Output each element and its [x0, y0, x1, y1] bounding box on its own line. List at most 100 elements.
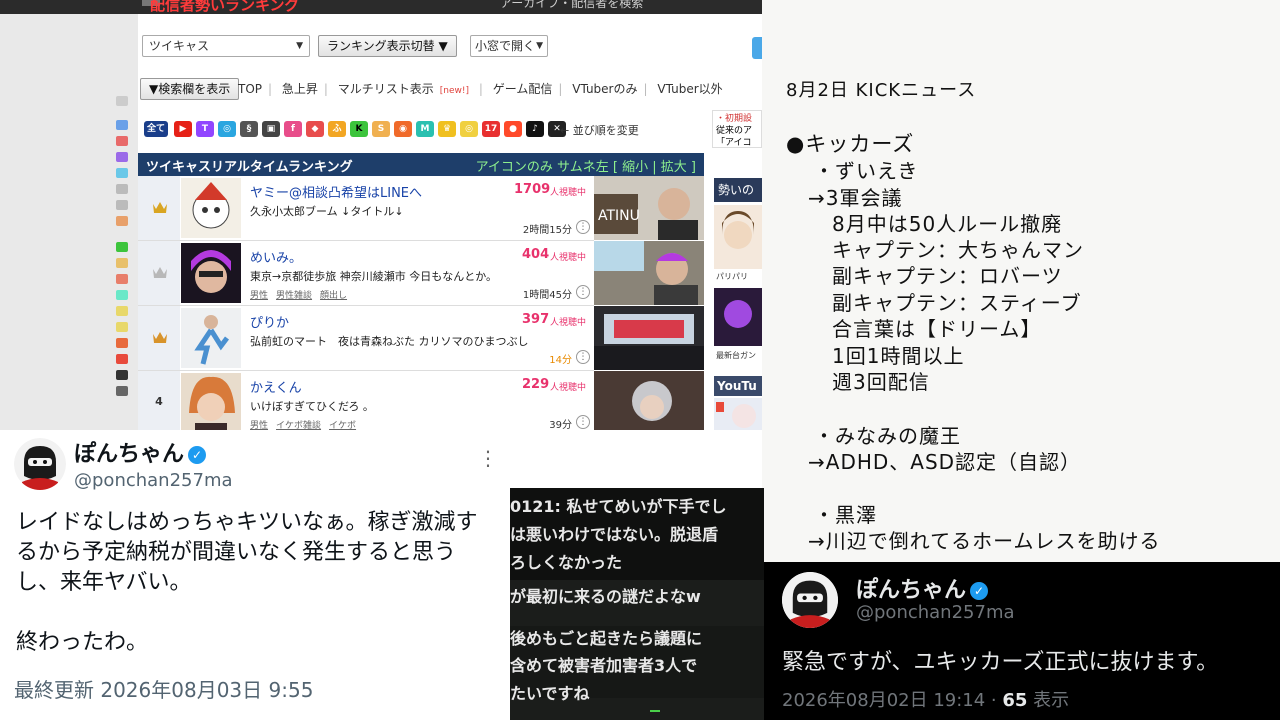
youtube-icon[interactable]: ▶: [174, 121, 192, 137]
avatar[interactable]: [782, 572, 838, 628]
open-mode-select[interactable]: 小窓で開く ▼: [470, 35, 548, 57]
streamer-name[interactable]: めいみ。: [250, 247, 302, 266]
viewer-count: 229: [522, 377, 550, 392]
stream-duration: 2時間15分: [522, 225, 572, 236]
notes-line: ・ずいえき: [814, 159, 919, 183]
nav-top[interactable]: TOP: [238, 82, 262, 96]
seventeen-live-icon[interactable]: ◉: [394, 121, 412, 137]
side-icon[interactable]: [116, 338, 128, 348]
tag[interactable]: 男性: [250, 291, 268, 301]
tweet-date[interactable]: 2026年08月02日 19:14 ·: [782, 690, 1002, 711]
tag[interactable]: 男性: [250, 421, 268, 430]
chat-message: 0121: 私せてめいが下手でし: [510, 497, 727, 516]
tweet-text: レイドなしはめっちゃキツいなぁ。稼ぎ激減するから予定納税が間違いなく発生すると思…: [16, 510, 478, 595]
17live-icon[interactable]: 17: [482, 121, 500, 137]
notes-line: →川辺で倒れてるホームレスを助ける: [808, 529, 1161, 553]
side-icon[interactable]: [116, 306, 128, 316]
side-icon[interactable]: [116, 168, 128, 178]
tweet-handle[interactable]: @ponchan257ma: [74, 470, 233, 491]
chat-message: が最初に来るの謎だよなw: [510, 587, 701, 606]
vtuber-icon[interactable]: ◎: [460, 121, 478, 137]
new-badge: [new!]: [439, 86, 470, 96]
more-options-icon[interactable]: ⋮: [576, 220, 590, 234]
side-icon[interactable]: [116, 136, 128, 146]
ranking-toggle-button[interactable]: ランキング表示切替 ▼: [318, 35, 457, 57]
stream-thumbnail[interactable]: [594, 371, 704, 430]
bigo-icon[interactable]: ●: [504, 121, 522, 137]
side-button[interactable]: [752, 37, 762, 59]
ranking-row[interactable]: ヤミー@相談凸希望はLINEへ 1709 人視聴中 久永小太郎ブーム ↓タイトル…: [138, 176, 594, 241]
fuwatto-icon[interactable]: ふ: [328, 121, 346, 137]
chevron-down-icon: ▼: [536, 41, 543, 51]
twitch-icon[interactable]: T: [196, 121, 214, 137]
tag[interactable]: 男性雑談: [276, 291, 312, 301]
platform-select[interactable]: ツイキャス ▼: [142, 35, 310, 57]
mirrativ-icon[interactable]: §: [240, 121, 258, 137]
mildom-icon[interactable]: M: [416, 121, 434, 137]
niconico-icon[interactable]: ▣: [262, 121, 280, 137]
tiktok-icon[interactable]: ♪: [526, 121, 544, 137]
notes-line: 副キャプテン：スティーブ: [832, 291, 1082, 315]
streamer-avatar[interactable]: [181, 243, 241, 303]
tweet-author-name[interactable]: ぽんちゃん ✓: [74, 436, 207, 468]
stream-thumbnail[interactable]: [594, 306, 704, 370]
stream-thumbnail[interactable]: ATINU: [594, 176, 704, 240]
side-icon[interactable]: [116, 184, 128, 194]
twitcasting-icon[interactable]: ◎: [218, 121, 236, 137]
tweet-author-name[interactable]: ぽんちゃん ✓: [856, 572, 989, 604]
side-icon[interactable]: [116, 386, 128, 396]
side-thumbnail[interactable]: [714, 288, 762, 346]
showroom-icon[interactable]: S: [372, 121, 390, 137]
ranking-row[interactable]: 4 かえくん 229 人視聴中 いけぼすぎてひくだろ 。 男性 イケボ雑談 イケボ …: [138, 371, 594, 430]
side-icon[interactable]: [116, 322, 128, 332]
platform-all-icon[interactable]: 全て: [144, 121, 168, 137]
nav-non-vtuber[interactable]: VTuber以外: [657, 82, 722, 96]
pococha-icon[interactable]: ♛: [438, 121, 456, 137]
kick-icon[interactable]: K: [350, 121, 368, 137]
streamer-name[interactable]: ぴりか: [250, 312, 289, 331]
more-options-icon[interactable]: ⋮: [478, 446, 498, 470]
avatar[interactable]: [14, 438, 66, 490]
more-options-icon[interactable]: ⋮: [576, 285, 590, 299]
streamer-name[interactable]: かえくん: [250, 377, 302, 396]
ranking-view-controls[interactable]: アイコンのみ サムネ左 [ 縮小 | 拡大 ]: [476, 156, 696, 175]
nav-vtuber-only[interactable]: VTuberのみ: [572, 82, 637, 96]
streamer-avatar[interactable]: [181, 178, 241, 238]
side-icon[interactable]: [116, 290, 128, 300]
fc2-icon[interactable]: f: [284, 121, 302, 137]
nav-games[interactable]: ゲーム配信: [493, 82, 553, 96]
side-thumbnail[interactable]: [714, 398, 762, 430]
side-icon[interactable]: [116, 258, 128, 268]
side-icon[interactable]: [116, 120, 128, 130]
side-icon[interactable]: [116, 216, 128, 226]
notes-line: 週3回配信: [832, 370, 930, 394]
site-top-note[interactable]: アーカイブ・配信者を検索: [500, 0, 643, 11]
tag[interactable]: 顔出し: [320, 291, 347, 301]
side-icon[interactable]: [116, 370, 128, 380]
more-options-icon[interactable]: ⋮: [576, 350, 590, 364]
sort-note[interactable]: ← 並び順を変更: [560, 122, 639, 138]
ranking-row[interactable]: ぴりか 397 人視聴中 弘前虹のマート 夜は青森ねぶた カリソマのひまつぶし …: [138, 306, 594, 371]
ranking-row[interactable]: めいみ。 404 人視聴中 東京→京都徒歩旅 神奈川綾瀬市 今日もなんとか。 男…: [138, 241, 594, 306]
side-icon[interactable]: [116, 200, 128, 210]
streamer-name[interactable]: ヤミー@相談凸希望はLINEへ: [250, 182, 422, 201]
side-icon[interactable]: [116, 152, 128, 162]
tag[interactable]: イケボ: [329, 421, 356, 430]
tweet-handle[interactable]: @ponchan257ma: [856, 602, 1015, 623]
stream-thumbnail[interactable]: [594, 241, 704, 305]
site-logo[interactable]: 配信者勢いランキング: [150, 0, 300, 15]
nav-multilist[interactable]: マルチリスト表示: [338, 82, 434, 96]
nav-rising[interactable]: 急上昇: [282, 82, 318, 96]
search-toggle-button[interactable]: ▼検索欄を表示: [140, 78, 240, 100]
side-icon[interactable]: [116, 274, 128, 284]
streamer-avatar[interactable]: [181, 373, 241, 430]
tag[interactable]: イケボ雑談: [276, 421, 321, 430]
side-icon[interactable]: [116, 96, 128, 106]
openrec-icon[interactable]: ◆: [306, 121, 324, 137]
side-icon[interactable]: [116, 242, 128, 252]
side-icon[interactable]: [116, 354, 128, 364]
platform-select-value: ツイキャス: [149, 39, 210, 53]
more-options-icon[interactable]: ⋮: [576, 415, 590, 429]
notes-title: 8月2日 KICKニュース: [786, 80, 977, 101]
streamer-avatar[interactable]: [181, 308, 241, 368]
